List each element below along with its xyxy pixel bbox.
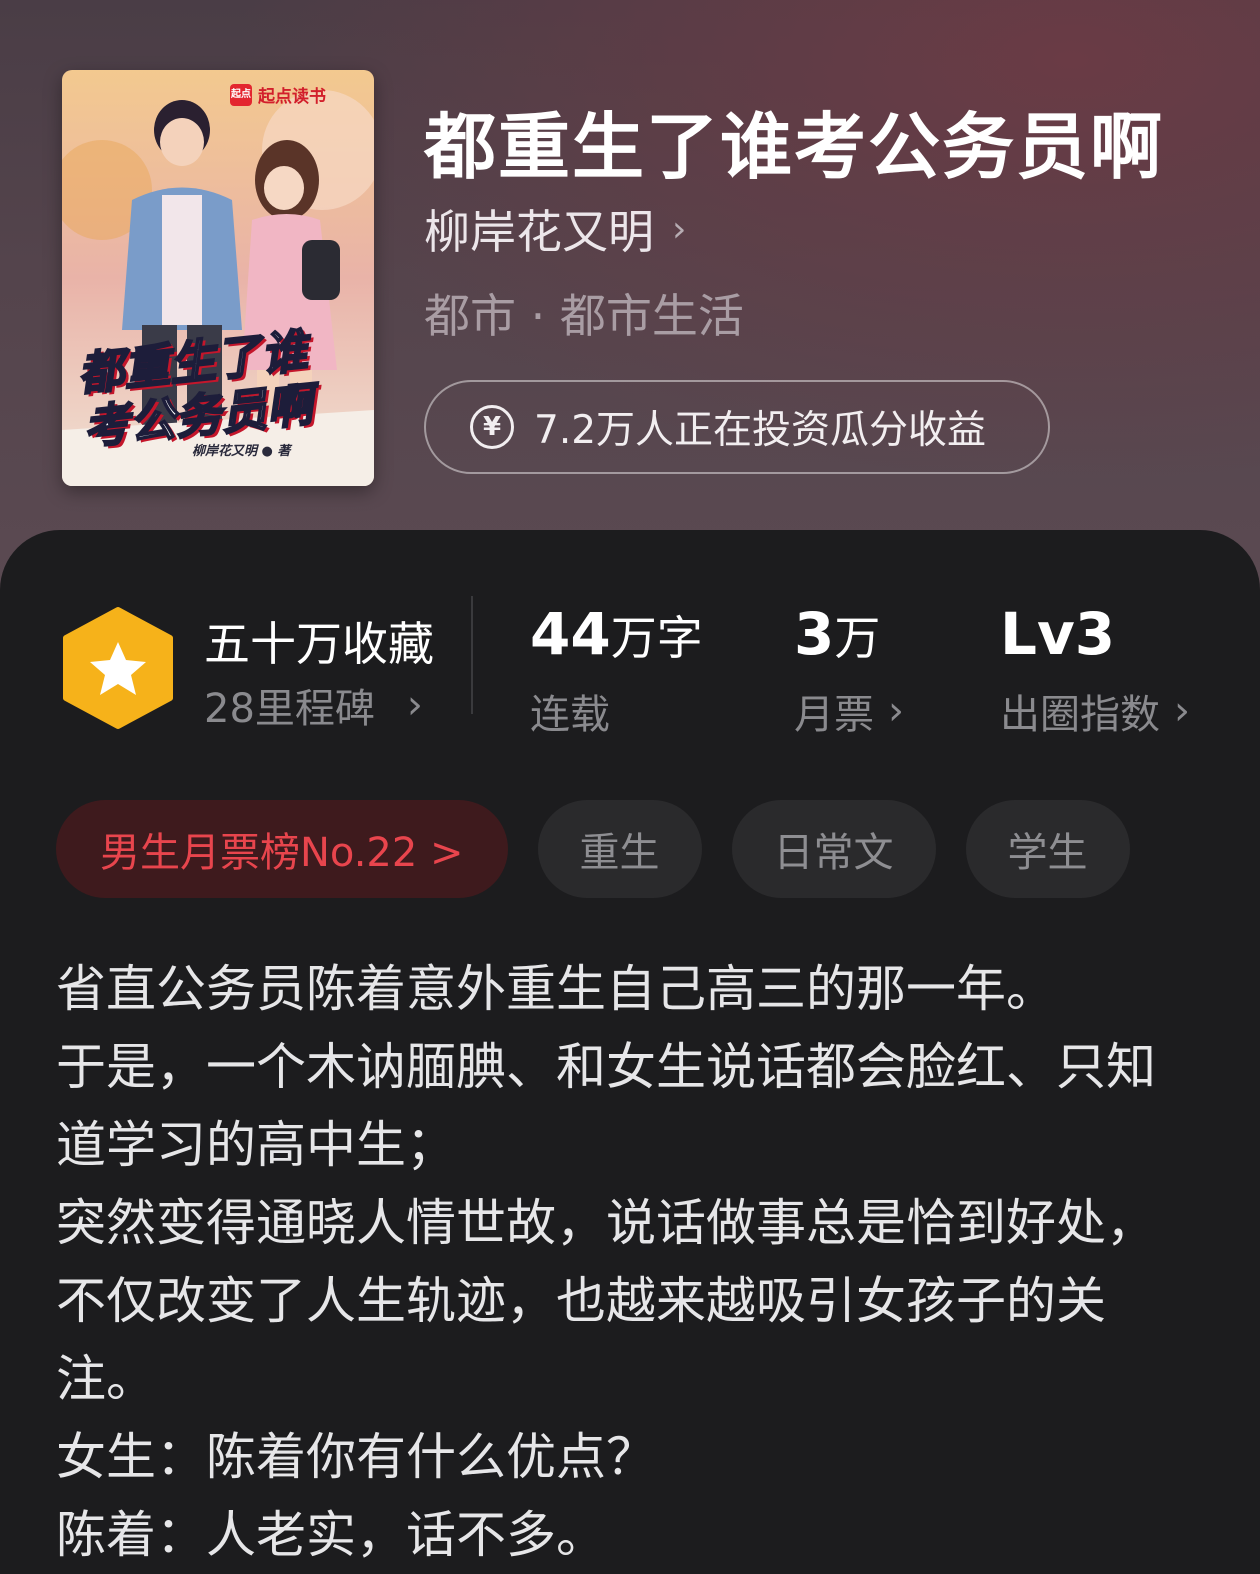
popularity-index-stat[interactable]: Lv3 出圈指数 › xyxy=(1000,600,1190,740)
tag-chip[interactable]: 重生 xyxy=(537,800,702,898)
milestone-link[interactable]: 28里程碑 › xyxy=(204,676,423,734)
index-value: Lv3 xyxy=(1000,600,1116,668)
description-line: 女生：陈着你有什么优点？ xyxy=(56,1428,656,1486)
cover-author: 柳岸花又明 ● 著 xyxy=(192,444,291,459)
author-link[interactable]: 柳岸花又明 › xyxy=(424,196,686,262)
ticket-label: 月票 xyxy=(794,692,874,738)
tag-chip[interactable]: 学生 xyxy=(965,800,1130,898)
collection-count: 五十万收藏 xyxy=(204,617,434,671)
invest-label: 7.2万人正在投资瓜分收益 xyxy=(534,408,987,453)
word-count-unit: 万字 xyxy=(610,611,703,665)
monthly-ticket-stat[interactable]: 3万 月票 › xyxy=(794,600,904,740)
milestone-label: 28里程碑 xyxy=(204,686,375,732)
cover-brand: 起点 起点读书 xyxy=(222,80,334,109)
serial-status: 连载 xyxy=(530,692,610,738)
chevron-right-icon: › xyxy=(406,682,423,728)
chevron-right-icon: › xyxy=(1174,688,1190,734)
rank-tag[interactable]: 男生月票榜No.22 > xyxy=(56,800,508,898)
chevron-right-icon: › xyxy=(672,208,687,250)
ticket-unit: 万 xyxy=(834,611,881,665)
description-line: 突然变得通晓人情世故，说话做事总是恰到好处，不仅改变了人生轨迹，也越来越吸引女孩… xyxy=(56,1194,1156,1408)
description-line: 省直公务员陈着意外重生自己高三的那一年。 xyxy=(56,960,1056,1018)
invest-button[interactable]: ¥ 7.2万人正在投资瓜分收益 xyxy=(424,380,1050,474)
index-label: 出圈指数 xyxy=(1000,692,1160,738)
stats-divider xyxy=(471,596,473,714)
book-description[interactable]: 省直公务员陈着意外重生自己高三的那一年。 于是，一个木讷腼腆、和女生说话都会脸红… xyxy=(56,950,1186,1574)
star-hexagon-icon[interactable] xyxy=(62,606,174,730)
word-count-stat: 44万字 连载 xyxy=(530,600,703,740)
qidian-logo: 起点 xyxy=(230,83,252,106)
book-title: 都重生了谁考公务员啊 xyxy=(424,105,1165,189)
ticket-value: 3 xyxy=(794,600,835,668)
tag-chip[interactable]: 日常文 xyxy=(731,800,936,898)
book-cover[interactable]: 起点 起点读书 都重生了谁 考公务员啊 柳岸花又明 ● 著 xyxy=(62,70,374,486)
word-count-value: 44 xyxy=(530,600,611,668)
tag-row: 男生月票榜No.22 > 重生 日常文 学生 xyxy=(56,800,1130,898)
author-name: 柳岸花又明 xyxy=(424,205,654,259)
yen-circle-icon: ¥ xyxy=(470,405,514,449)
chevron-right-icon: › xyxy=(888,688,904,734)
description-line: 于是，一个木讷腼腆、和女生说话都会脸红、只知道学习的高中生； xyxy=(56,1038,1156,1174)
cover-brand-label: 起点读书 xyxy=(258,87,326,107)
description-line: 陈着：人老实，话不多。 xyxy=(56,1506,606,1564)
book-genre: 都市 · 都市生活 xyxy=(424,289,744,343)
